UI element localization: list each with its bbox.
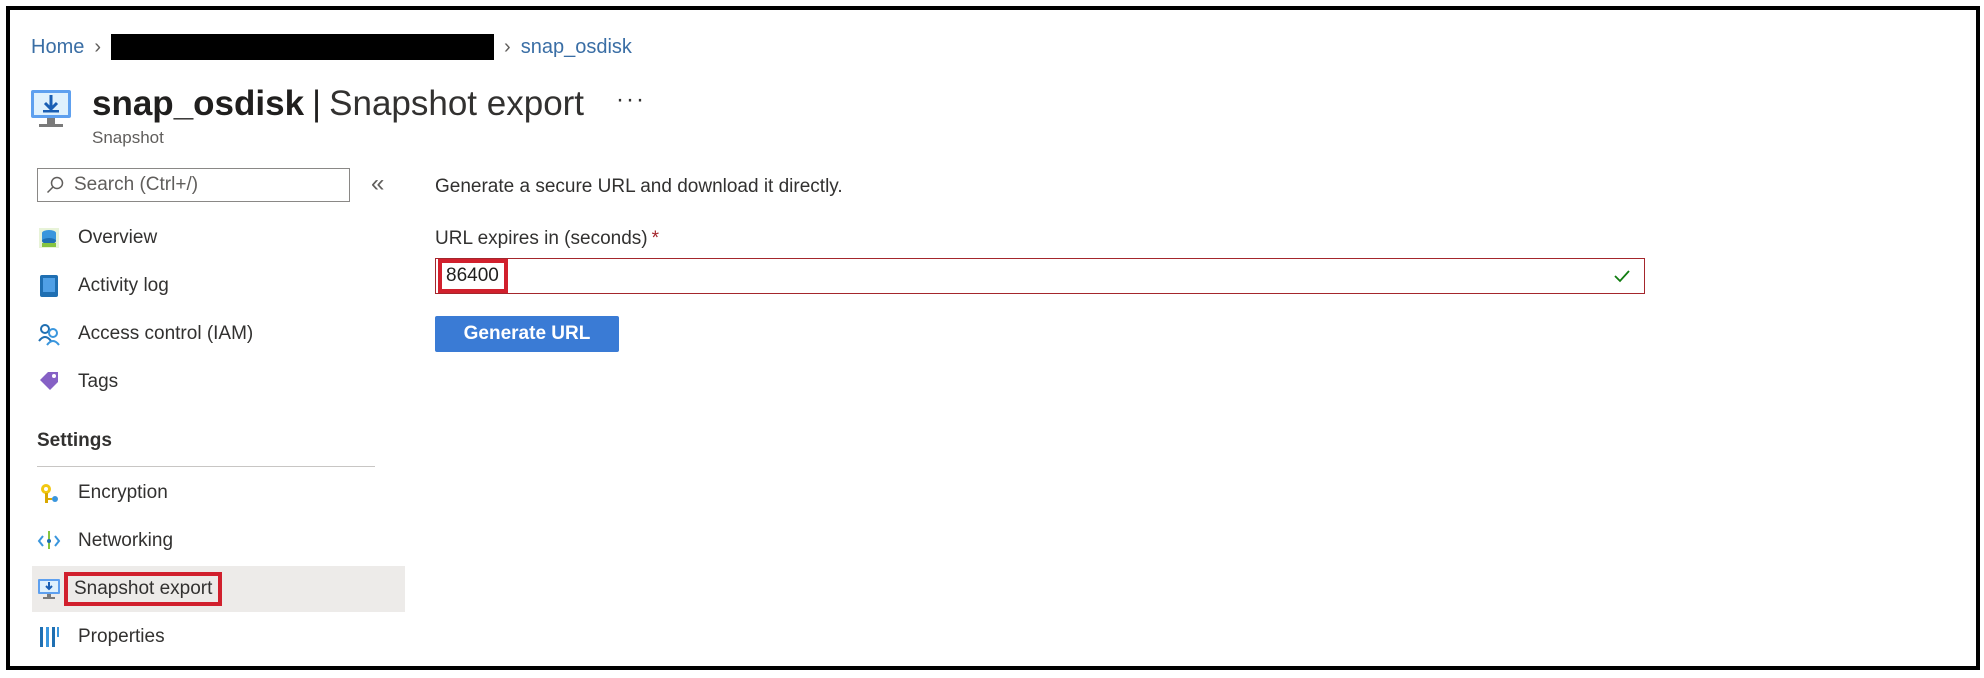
sidebar-item-label: Properties [78,626,165,647]
page-title: snap_osdisk | Snapshot export [92,82,584,126]
export-description: Generate a secure URL and download it di… [435,176,843,197]
breadcrumb-current[interactable]: snap_osdisk [521,36,632,59]
snapshot-resource-icon [31,90,71,127]
sidebar-item-label: Activity log [78,275,169,296]
sidebar-item-snapshot-export[interactable]: Snapshot export [32,566,405,612]
url-expiry-field[interactable] [435,258,1645,294]
sidebar-item-label: Access control (IAM) [78,323,254,344]
section-divider [37,466,375,467]
breadcrumb-redacted [111,34,495,60]
generate-url-button[interactable]: Generate URL [435,316,619,352]
value-highlight [438,259,508,293]
snapshot-export-icon [36,576,62,602]
overview-icon [36,225,62,251]
blade-name: Snapshot export [329,84,585,123]
breadcrumb-chevron-icon: › [504,35,511,58]
properties-icon [36,624,62,650]
iam-icon [36,321,62,347]
resource-name: snap_osdisk [92,84,305,123]
resource-type: Snapshot [92,128,164,147]
settings-section-header: Settings [37,430,112,451]
breadcrumb: Home › › snap_osdisk [31,34,632,60]
tag-icon [36,369,62,395]
collapse-sidebar-button[interactable]: « [371,170,384,198]
sidebar-item-properties[interactable]: Properties [32,614,405,660]
key-icon [36,480,62,506]
breadcrumb-chevron-icon: › [94,35,102,58]
search-icon [46,176,64,194]
sidebar-search[interactable] [37,168,350,202]
valid-check-icon [1614,270,1630,283]
sidebar-item-access-control[interactable]: Access control (IAM) [32,311,405,357]
sidebar-item-activity-log[interactable]: Activity log [32,263,405,309]
networking-icon [36,528,62,554]
url-expiry-label: URL expires in (seconds) * [435,228,659,250]
required-marker: * [651,228,660,249]
sidebar-item-overview[interactable]: Overview [32,215,405,261]
page-header: snap_osdisk | Snapshot export Snapshot ··· [28,82,646,148]
sidebar-item-networking[interactable]: Networking [32,518,405,564]
window-frame: Home › › snap_osdisk snap_osdisk | Snapsho… [6,6,1980,670]
title-separator: | [312,84,322,123]
sidebar-item-label: Tags [78,371,119,392]
more-options-button[interactable]: ··· [616,86,646,114]
sidebar-item-encryption[interactable]: Encryption [32,470,405,516]
url-expiry-input[interactable] [446,265,500,287]
sidebar-item-tags[interactable]: Tags [32,359,405,405]
breadcrumb-home[interactable]: Home [31,36,84,59]
sidebar-item-label: Snapshot export [63,572,223,606]
title-block: snap_osdisk | Snapshot export Snapshot [92,82,584,148]
sidebar-item-label: Overview [78,227,158,248]
activity-log-icon [36,273,62,299]
search-input[interactable] [72,173,336,197]
sidebar-item-label: Networking [78,530,174,551]
url-expiry-label-text: URL expires in (seconds) [435,228,648,249]
sidebar-item-label: Encryption [78,482,168,503]
